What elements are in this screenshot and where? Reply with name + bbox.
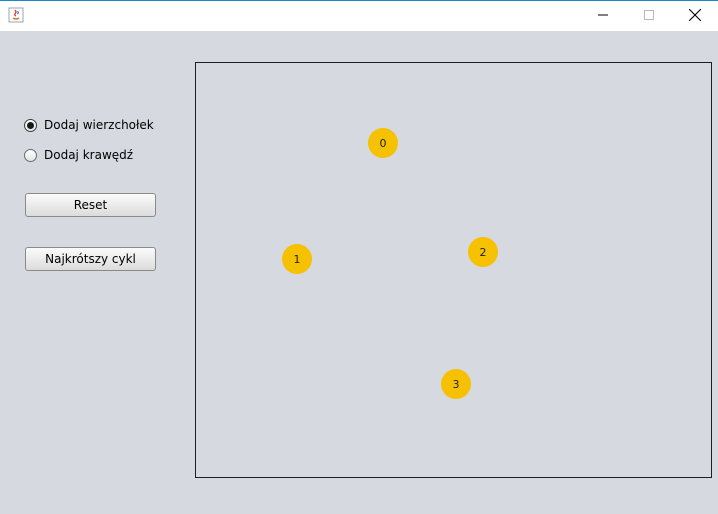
graph-canvas[interactable]: 0 1 2 3 <box>195 62 712 478</box>
radio-add-vertex[interactable]: Dodaj wierzchołek <box>24 117 154 133</box>
reset-button[interactable]: Reset <box>25 193 156 217</box>
maximize-icon <box>644 9 654 23</box>
graph-vertex-0[interactable]: 0 <box>368 128 398 158</box>
title-bar <box>0 0 718 31</box>
graph-vertex-3[interactable]: 3 <box>441 369 471 399</box>
radio-add-edge-label: Dodaj krawędź <box>44 148 134 162</box>
radio-add-edge[interactable]: Dodaj krawędź <box>24 147 133 163</box>
radio-add-vertex-label: Dodaj wierzchołek <box>44 118 154 132</box>
graph-vertex-1[interactable]: 1 <box>282 244 312 274</box>
close-button[interactable] <box>672 1 718 31</box>
graph-vertex-2[interactable]: 2 <box>468 237 498 267</box>
java-app-icon <box>8 7 24 23</box>
maximize-button[interactable] <box>626 1 672 31</box>
minimize-icon <box>598 9 608 23</box>
minimize-button[interactable] <box>580 1 626 31</box>
close-icon <box>688 8 702 24</box>
radio-add-edge-indicator[interactable] <box>24 148 37 162</box>
shortest-cycle-button[interactable]: Najkrótszy cykl <box>25 247 156 271</box>
radio-add-vertex-indicator[interactable] <box>24 118 37 132</box>
